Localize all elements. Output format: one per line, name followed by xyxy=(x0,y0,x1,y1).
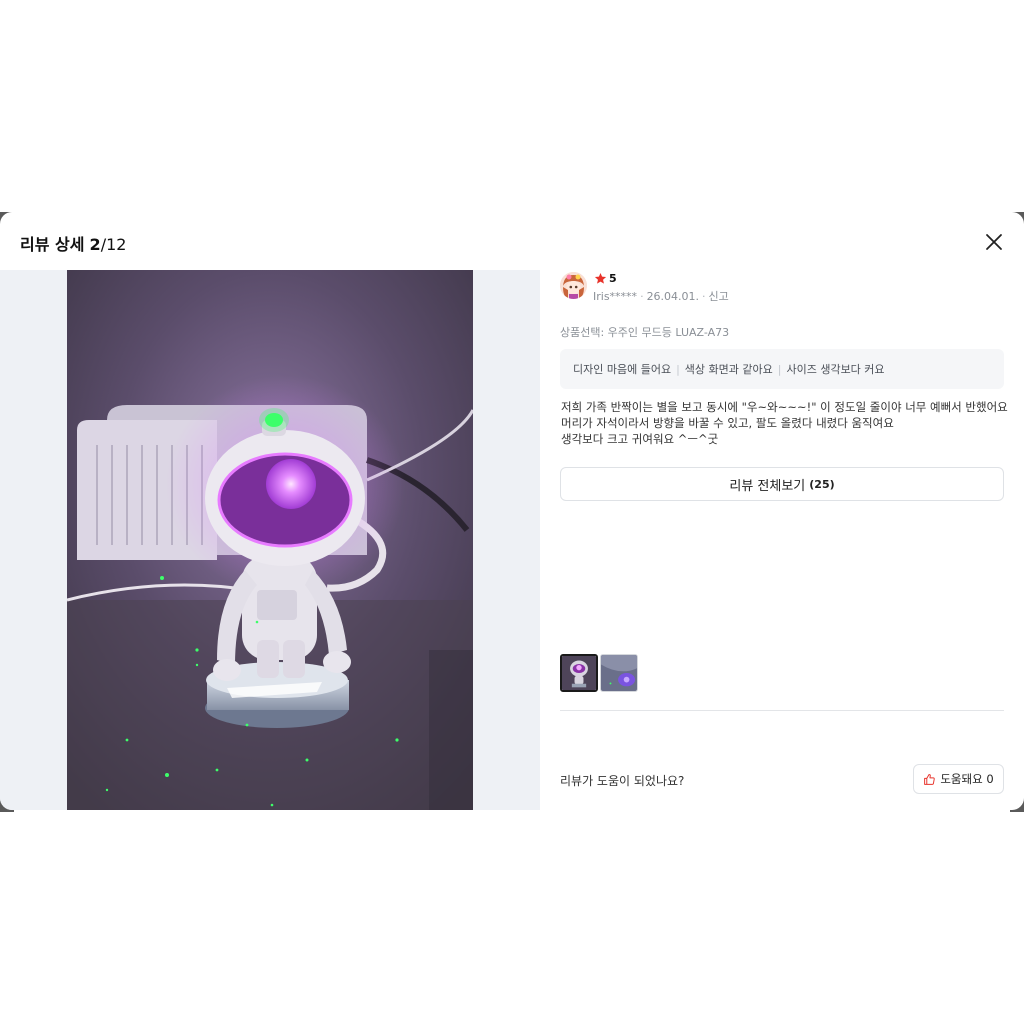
star-icon xyxy=(594,272,607,284)
modal-header: 리뷰 상세 2/12 xyxy=(0,212,1024,270)
review-author: Iris***** xyxy=(593,290,638,303)
avatar-image xyxy=(560,272,587,299)
page-current: 2 xyxy=(89,235,101,254)
thumbnail-image xyxy=(562,656,596,690)
review-body-line: 생각보다 크고 귀여워요 ^ㅡ^굿 xyxy=(561,432,719,446)
helpful-button[interactable]: 도움돼요 0 xyxy=(913,764,1004,794)
tag-divider: | xyxy=(676,362,680,376)
review-body: 저희 가족 반짝이는 별을 보고 동시에 "우~와~~~!" 이 정도일 줄이야… xyxy=(561,399,1008,447)
rating: 5 xyxy=(594,270,617,286)
avatar xyxy=(560,272,587,299)
review-tag: 사이즈 생각보다 커요 xyxy=(786,363,885,376)
product-option: 상품선택: 우주인 무드등 LUAZ-A73 xyxy=(560,326,730,339)
view-all-reviews-button[interactable]: 리뷰 전체보기 (25) xyxy=(560,467,1004,501)
tag-divider: | xyxy=(777,362,782,376)
close-icon xyxy=(986,234,1002,250)
helpful-question: 리뷰가 도움이 되었나요? xyxy=(560,774,685,788)
review-photo-viewer xyxy=(0,270,540,810)
review-count: (25) xyxy=(809,477,835,491)
photo-thumbnail[interactable] xyxy=(600,654,638,692)
review-tag: 색상 화면과 같아요 xyxy=(684,363,773,376)
review-meta: Iris***** · 26.04.01. · 신고 xyxy=(593,290,729,303)
photo-thumbnail-selected[interactable] xyxy=(560,654,598,692)
close-button[interactable] xyxy=(982,230,1006,254)
report-link[interactable]: 신고 xyxy=(709,290,729,303)
helpful-button-label: 도움돼요 0 xyxy=(940,772,994,786)
review-tag: 디자인 마음에 들어요 xyxy=(573,363,672,376)
review-tags: 디자인 마음에 들어요 | 색상 화면과 같아요 | 사이즈 생각보다 커요 xyxy=(560,349,1004,389)
review-photo[interactable] xyxy=(67,270,473,810)
modal-title: 리뷰 상세 2/12 xyxy=(20,231,126,255)
review-body-line: 머리가 자석이라서 방향을 바꿀 수 있고, 팔도 올렸다 내렸다 움직여요 xyxy=(561,416,894,430)
thumbs-up-icon xyxy=(924,773,936,785)
view-all-reviews-label: 리뷰 전체보기 xyxy=(729,478,806,494)
page-total: /12 xyxy=(100,235,127,254)
modal-title-text: 리뷰 상세 xyxy=(20,235,85,254)
review-date: 26.04.01. xyxy=(646,290,700,303)
thumbnail-image xyxy=(601,655,637,691)
divider xyxy=(560,710,1004,711)
review-detail: 5 Iris***** · 26.04.01. · 신고 상품선택: 우주인 무드등 L… xyxy=(560,270,1008,810)
review-body-line: 저희 가족 반짝이는 별을 보고 동시에 "우~와~~~!" 이 정도일 줄이야… xyxy=(561,400,1008,414)
review-detail-modal: 리뷰 상세 2/12 5 Iris***** · 26.04.01. · 신고 … xyxy=(0,212,1024,810)
rating-value: 5 xyxy=(609,271,617,285)
